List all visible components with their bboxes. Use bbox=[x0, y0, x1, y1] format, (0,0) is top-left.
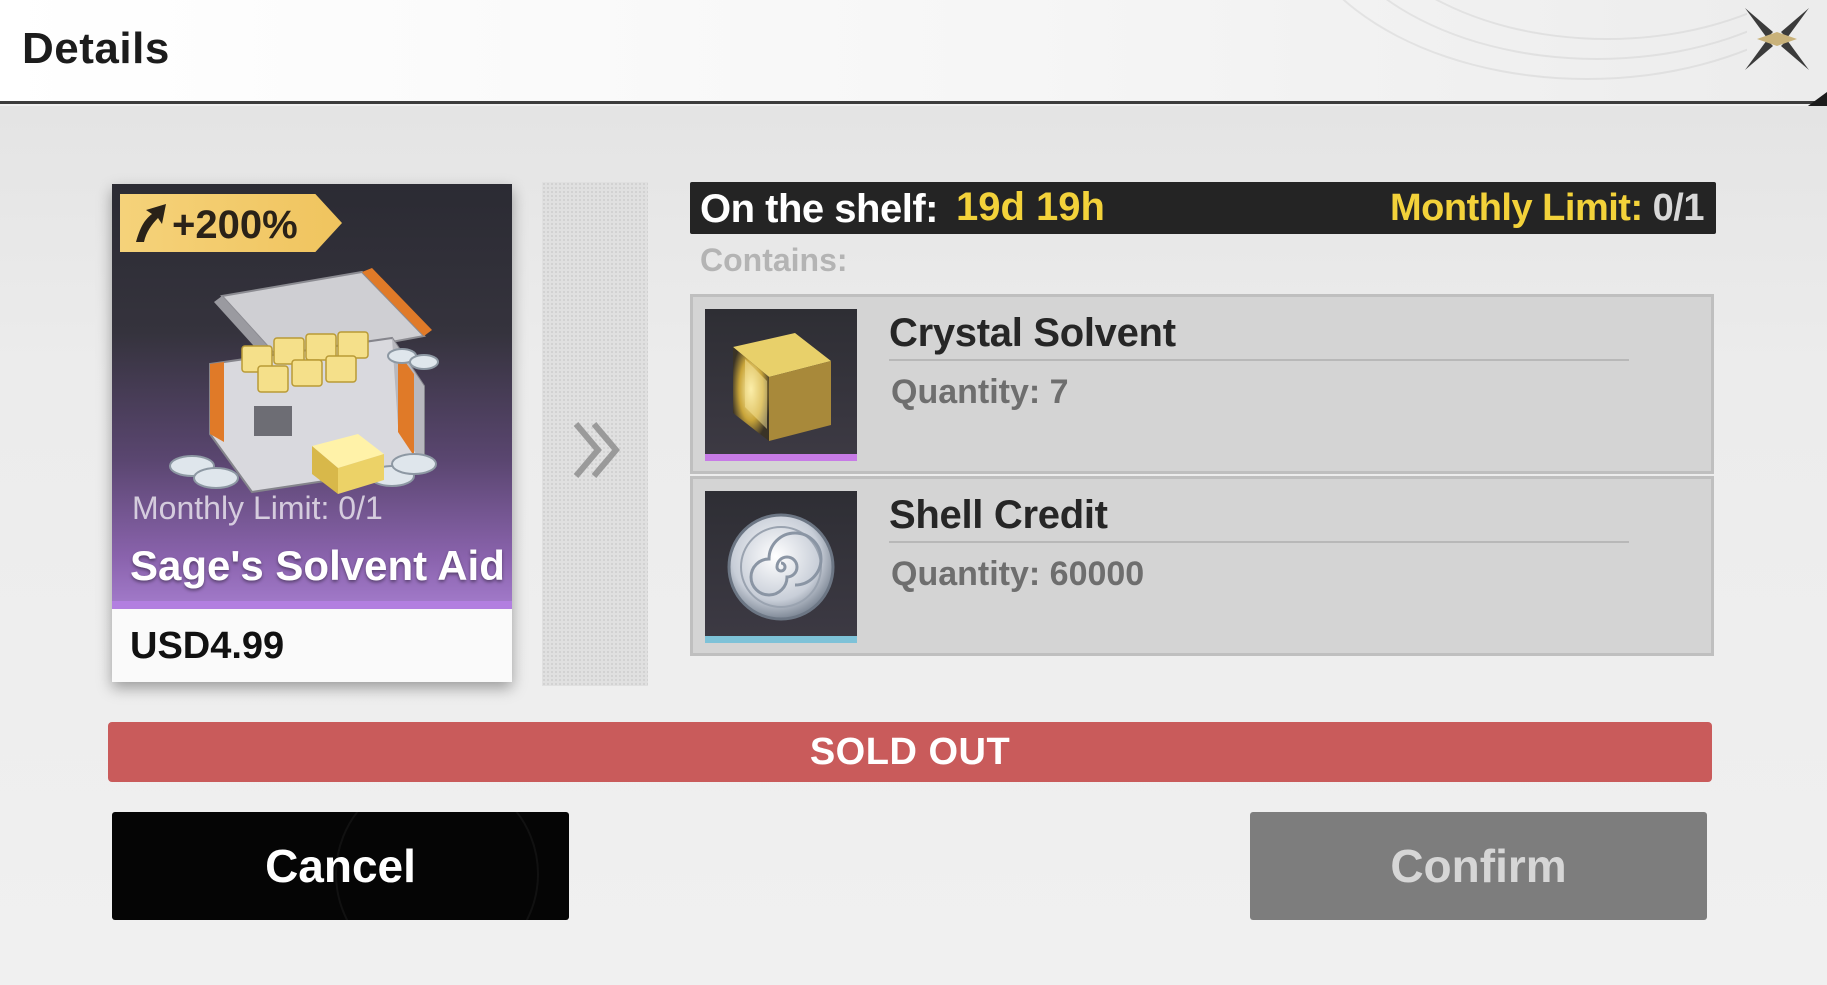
crystal-cube-icon bbox=[733, 333, 831, 441]
product-name: Sage's Solvent Aid bbox=[130, 542, 505, 589]
shelf-info-bar: On the shelf: 19d 19h Monthly Limit: 0/1 bbox=[690, 182, 1716, 234]
item-divider bbox=[889, 541, 1629, 543]
arrow-up-icon bbox=[136, 204, 166, 242]
rarity-strip bbox=[705, 636, 857, 643]
product-card: +200% Monthly Limit: 0/1 Sage's Solvent … bbox=[112, 184, 512, 682]
item-name: Crystal Solvent bbox=[889, 311, 1176, 355]
shelf-monthly-limit: Monthly Limit: 0/1 bbox=[1389, 187, 1705, 230]
product-price: USD4.99 bbox=[130, 625, 285, 667]
shelf-label: On the shelf: bbox=[700, 187, 938, 231]
shelf-time-remaining: 19d 19h bbox=[956, 185, 1105, 229]
card-monthly-limit: Monthly Limit: 0/1 bbox=[132, 490, 383, 526]
list-item: Shell Credit Quantity: 60000 bbox=[690, 476, 1714, 656]
shelf-limit-label: Monthly Limit: bbox=[1389, 187, 1643, 229]
confirm-button[interactable]: Confirm bbox=[1250, 812, 1707, 920]
item-thumbnail bbox=[705, 491, 857, 643]
rarity-strip bbox=[705, 454, 857, 461]
cancel-button[interactable]: Cancel bbox=[112, 812, 569, 920]
item-quantity: Quantity: 7 bbox=[891, 373, 1069, 411]
cancel-button-label: Cancel bbox=[265, 840, 416, 892]
double-chevron-right-icon bbox=[573, 422, 620, 478]
shell-coin-icon bbox=[727, 513, 835, 621]
shelf-limit-value: 0/1 bbox=[1652, 187, 1705, 229]
product-art: +200% Monthly Limit: 0/1 Sage's Solvent … bbox=[112, 184, 512, 609]
divider-column bbox=[542, 182, 648, 686]
item-name: Shell Credit bbox=[889, 493, 1108, 537]
dialog-header: Details bbox=[0, 0, 1827, 104]
header-decoration bbox=[1227, 0, 1747, 100]
list-item: Crystal Solvent Quantity: 7 bbox=[690, 294, 1714, 474]
page-title: Details bbox=[22, 24, 170, 73]
item-quantity: Quantity: 60000 bbox=[891, 555, 1145, 593]
item-divider bbox=[889, 359, 1629, 361]
contains-label: Contains: bbox=[700, 242, 848, 278]
close-button[interactable] bbox=[1737, 2, 1817, 76]
price-bar: USD4.99 bbox=[112, 609, 512, 682]
bonus-badge: +200% bbox=[120, 194, 342, 252]
treasure-chest-icon bbox=[169, 268, 439, 494]
close-x-icon bbox=[1745, 8, 1809, 70]
item-thumbnail bbox=[705, 309, 857, 461]
bonus-text: +200% bbox=[172, 203, 298, 247]
sold-out-banner: SOLD OUT bbox=[108, 722, 1712, 782]
confirm-button-label: Confirm bbox=[1390, 840, 1567, 892]
